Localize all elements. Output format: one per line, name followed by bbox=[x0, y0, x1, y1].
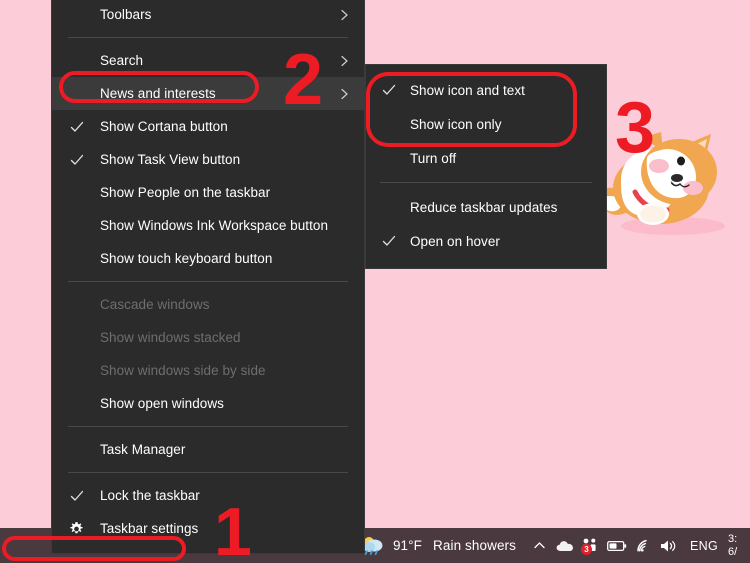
submenu-item-open-on-hover[interactable]: Open on hover bbox=[366, 224, 606, 258]
menu-item-label: Taskbar settings bbox=[100, 521, 199, 536]
menu-separator bbox=[68, 426, 348, 427]
submenu-separator bbox=[380, 182, 592, 183]
menu-item-show-windows-ink-workspace-button[interactable]: Show Windows Ink Workspace button bbox=[52, 209, 364, 242]
weather-rain-cloud-icon bbox=[362, 537, 383, 555]
weather-temperature: 91°F bbox=[392, 538, 423, 553]
volume-tray-button[interactable] bbox=[656, 528, 682, 563]
menu-separator bbox=[68, 37, 348, 38]
menu-item-label: Cascade windows bbox=[100, 297, 210, 312]
taskbar-context-menu[interactable]: Toolbars Search News and interests Show … bbox=[52, 0, 364, 553]
submenu-item-label: Turn off bbox=[410, 150, 457, 166]
wallpaper-dog-illustration bbox=[599, 132, 725, 235]
menu-item-lock-the-taskbar[interactable]: Lock the taskbar bbox=[52, 479, 364, 512]
submenu-item-show-icon-only[interactable]: Show icon only bbox=[366, 107, 606, 141]
menu-separator bbox=[68, 281, 348, 282]
onedrive-tray-button[interactable] bbox=[552, 528, 578, 563]
menu-item-news-and-interests[interactable]: News and interests bbox=[52, 77, 364, 110]
submenu-item-label: Show icon and text bbox=[410, 82, 525, 98]
checkmark-icon bbox=[70, 121, 84, 132]
battery-tray-button[interactable] bbox=[604, 528, 630, 563]
menu-item-label: Show Windows Ink Workspace button bbox=[100, 218, 329, 233]
menu-item-show-windows-side-by-side: Show windows side by side bbox=[52, 354, 364, 387]
menu-item-taskbar-settings[interactable]: Taskbar settings bbox=[52, 512, 364, 545]
menu-separator bbox=[68, 472, 348, 473]
gear-icon bbox=[70, 521, 83, 533]
checkmark-icon bbox=[382, 235, 396, 246]
menu-item-label: Show Task View button bbox=[100, 152, 241, 167]
wifi-icon bbox=[636, 539, 647, 552]
menu-item-label: Show touch keyboard button bbox=[100, 251, 273, 266]
checkmark-icon bbox=[70, 490, 84, 501]
menu-item-label: Show windows side by side bbox=[100, 363, 266, 378]
show-hidden-icons-button[interactable] bbox=[526, 528, 552, 563]
menu-item-label: Show Cortana button bbox=[100, 119, 228, 134]
menu-item-label: Search bbox=[100, 53, 144, 68]
menu-item-toolbars[interactable]: Toolbars bbox=[52, 0, 364, 31]
submenu-item-label: Open on hover bbox=[410, 233, 500, 249]
clock-date: 6/ bbox=[728, 545, 738, 558]
submenu-item-show-icon-and-text[interactable]: Show icon and text bbox=[366, 73, 606, 107]
chevron-right-icon bbox=[341, 9, 348, 20]
teams-notification-badge: 3 bbox=[581, 544, 592, 555]
checkmark-icon bbox=[382, 84, 396, 95]
menu-item-label: Task Manager bbox=[100, 442, 186, 457]
checkmark-icon bbox=[70, 154, 84, 165]
menu-item-show-open-windows[interactable]: Show open windows bbox=[52, 387, 364, 420]
speaker-icon bbox=[661, 540, 676, 551]
battery-icon bbox=[607, 540, 627, 551]
taskbar-clock[interactable]: 3: 6/ bbox=[728, 533, 748, 559]
menu-item-show-touch-keyboard-button[interactable]: Show touch keyboard button bbox=[52, 242, 364, 275]
language-indicator[interactable]: ENG bbox=[682, 528, 726, 563]
taskbar-weather-widget[interactable]: 91°F Rain showers bbox=[356, 528, 526, 563]
menu-item-task-manager[interactable]: Task Manager bbox=[52, 433, 364, 466]
menu-item-label: Show People on the taskbar bbox=[100, 185, 271, 200]
submenu-item-turn-off[interactable]: Turn off bbox=[366, 141, 606, 175]
clock-time: 3: bbox=[728, 532, 738, 545]
menu-item-label: Toolbars bbox=[100, 7, 152, 22]
news-and-interests-submenu[interactable]: Show icon and text Show icon only Turn o… bbox=[366, 65, 606, 268]
menu-item-show-cortana-button[interactable]: Show Cortana button bbox=[52, 110, 364, 143]
chevron-right-icon bbox=[341, 55, 348, 66]
onedrive-cloud-icon bbox=[556, 540, 573, 551]
teams-tray-button[interactable]: 3 bbox=[578, 528, 604, 563]
menu-item-show-windows-stacked: Show windows stacked bbox=[52, 321, 364, 354]
menu-item-label: News and interests bbox=[100, 86, 216, 101]
submenu-item-reduce-taskbar-updates[interactable]: Reduce taskbar updates bbox=[366, 190, 606, 224]
system-tray[interactable]: 3 ENG 3: 6/ bbox=[526, 528, 748, 563]
menu-item-cascade-windows: Cascade windows bbox=[52, 288, 364, 321]
chevron-up-icon bbox=[533, 542, 545, 549]
chevron-right-icon bbox=[341, 88, 348, 99]
menu-item-label: Lock the taskbar bbox=[100, 488, 200, 503]
weather-condition: Rain showers bbox=[433, 538, 516, 553]
menu-item-search[interactable]: Search bbox=[52, 44, 364, 77]
network-tray-button[interactable] bbox=[630, 528, 656, 563]
submenu-item-label: Reduce taskbar updates bbox=[410, 199, 558, 215]
menu-item-show-people-on-the-taskbar[interactable]: Show People on the taskbar bbox=[52, 176, 364, 209]
menu-item-label: Show open windows bbox=[100, 396, 224, 411]
menu-item-label: Show windows stacked bbox=[100, 330, 241, 345]
submenu-item-label: Show icon only bbox=[410, 116, 502, 132]
menu-item-show-task-view-button[interactable]: Show Task View button bbox=[52, 143, 364, 176]
desktop-screen: 91°F Rain showers 3 ENG 3: 6/ Toolbars S… bbox=[0, 0, 750, 563]
